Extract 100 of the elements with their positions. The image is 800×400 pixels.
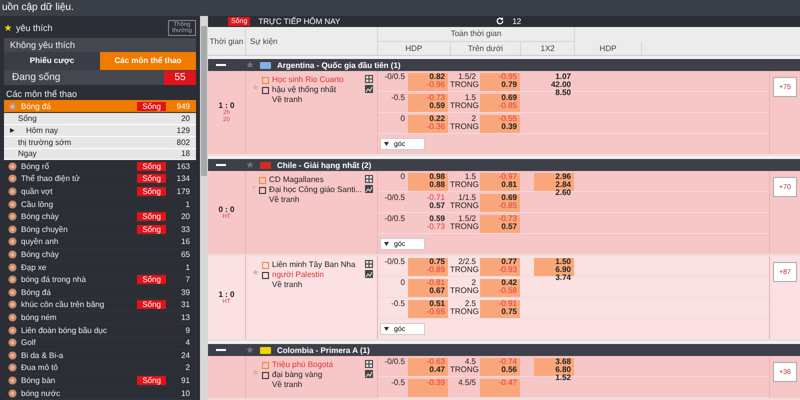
subcategory-item[interactable]: thị trường sớm 802 bbox=[4, 136, 196, 149]
total-line: 4.5 bbox=[464, 358, 476, 366]
sport-item[interactable]: Thể thao điện tử Sống 134 bbox=[4, 173, 196, 186]
chart-icon[interactable] bbox=[365, 270, 373, 278]
sport-item[interactable]: Bóng bàn Sống 91 bbox=[4, 374, 196, 388]
odds-value[interactable]: 0.42 bbox=[501, 279, 517, 288]
sport-item[interactable]: quyền anh 16 bbox=[4, 236, 196, 249]
sport-item[interactable]: quần vợt Sống 179 bbox=[4, 186, 196, 198]
star-icon[interactable] bbox=[252, 184, 256, 192]
star-icon[interactable] bbox=[4, 24, 12, 32]
odds-value[interactable]: 0.82 bbox=[429, 73, 445, 82]
sport-name: Bóng chày bbox=[21, 212, 60, 222]
sport-item[interactable]: Bóng chày 65 bbox=[4, 248, 196, 262]
unfavorite-bar[interactable]: Không yêu thích bbox=[4, 38, 196, 52]
subcategory-item[interactable]: Sống 20 bbox=[4, 113, 196, 125]
collapse-icon[interactable] bbox=[216, 164, 226, 166]
odds-value[interactable]: 0.75 bbox=[501, 308, 517, 316]
sport-item[interactable]: Bóng đá Sống 949 bbox=[4, 100, 196, 114]
scrollbar[interactable] bbox=[200, 16, 208, 400]
sport-item[interactable]: Bóng rổ Sống 163 bbox=[4, 160, 196, 173]
odds-value[interactable]: 0.56 bbox=[501, 366, 517, 374]
sidebar-tab[interactable]: Phiếu cược bbox=[4, 52, 100, 70]
odds-value[interactable]: 0.57 bbox=[429, 202, 445, 210]
caret-icon bbox=[384, 142, 389, 146]
odds-value[interactable]: 0.69 bbox=[501, 194, 517, 202]
league-bar[interactable]: Argentina - Quốc gia đầu tiên (1) bbox=[208, 59, 800, 72]
star-icon[interactable] bbox=[246, 346, 254, 354]
sport-item[interactable]: Bóng đá 39 bbox=[4, 286, 196, 300]
sport-item[interactable]: Bóng chuyền Sống 33 bbox=[4, 223, 196, 236]
grid-icon[interactable] bbox=[365, 175, 373, 184]
odds-value[interactable]: 6.90 bbox=[555, 266, 571, 274]
sport-item[interactable]: Đạp xe 1 bbox=[4, 261, 196, 274]
odds-value[interactable]: 0.88 bbox=[429, 181, 445, 190]
odds-value[interactable]: 0.79 bbox=[501, 81, 517, 90]
grid-icon[interactable] bbox=[365, 75, 373, 84]
league-bar[interactable]: Chile - Giải hạng nhất (2) bbox=[208, 159, 800, 172]
star-icon[interactable] bbox=[252, 369, 259, 376]
draw-label: Về tranh bbox=[271, 280, 304, 290]
odds-value[interactable]: 0.22 bbox=[429, 115, 445, 124]
odds-value[interactable]: 0.47 bbox=[429, 366, 445, 374]
odds-value[interactable]: 2.60 bbox=[555, 189, 571, 198]
odds-value[interactable]: 3.74 bbox=[555, 274, 571, 282]
sport-item[interactable]: bóng ném 13 bbox=[4, 312, 196, 324]
star-icon[interactable] bbox=[246, 161, 254, 170]
odds-value[interactable]: 8.50 bbox=[555, 89, 571, 98]
odds-value[interactable]: 3.68 bbox=[555, 358, 571, 366]
chart-icon[interactable] bbox=[365, 185, 373, 194]
odds-value[interactable]: 0.51 bbox=[429, 300, 445, 308]
grid-icon[interactable] bbox=[365, 260, 373, 268]
subcategory-item[interactable]: Ngay 18 bbox=[4, 148, 196, 160]
odds-value[interactable]: 42.00 bbox=[550, 81, 571, 90]
grid-icon[interactable] bbox=[365, 360, 373, 368]
sport-item[interactable]: bóng đá trong nhà Sống 7 bbox=[4, 274, 196, 286]
odds-value[interactable]: 2.84 bbox=[555, 181, 571, 190]
sport-count: 20 bbox=[180, 212, 190, 222]
live-panel[interactable]: Đang sống 55 bbox=[4, 70, 196, 86]
odds-value[interactable]: 0.59 bbox=[429, 102, 445, 110]
team-box-icon bbox=[262, 262, 269, 269]
sport-item[interactable]: khúc côn cầu trên băng Sống 31 bbox=[4, 299, 196, 312]
handicap-line: -0/0.5 bbox=[384, 73, 406, 84]
sport-item[interactable]: Bóng chày Sống 20 bbox=[4, 210, 196, 224]
odds-value[interactable]: 0.75 bbox=[429, 258, 445, 266]
sport-name: Bóng chuyền bbox=[21, 224, 69, 234]
collapse-icon[interactable] bbox=[216, 64, 226, 66]
league-bar[interactable]: Colombia - Primera A (1) bbox=[208, 344, 800, 356]
star-icon[interactable] bbox=[252, 84, 259, 92]
chart-icon[interactable] bbox=[365, 370, 373, 378]
odds-value[interactable]: 0.69 bbox=[501, 94, 517, 102]
sport-item[interactable]: Cầu lông 1 bbox=[4, 198, 196, 211]
odds-value[interactable]: 0.98 bbox=[429, 173, 445, 182]
odds-value[interactable]: 2.96 bbox=[555, 173, 571, 182]
sport-item[interactable]: bóng nước 10 bbox=[4, 387, 196, 400]
sport-count: 65 bbox=[180, 250, 190, 259]
odds-value[interactable]: 0.39 bbox=[501, 123, 517, 132]
odds-value[interactable]: 0.59 bbox=[429, 215, 445, 224]
refresh-icon[interactable] bbox=[496, 17, 504, 26]
sport-item[interactable]: Bi da & Bi-a 24 bbox=[4, 350, 196, 362]
sport-item[interactable]: Golf 4 bbox=[4, 336, 196, 350]
star-icon[interactable] bbox=[252, 269, 259, 276]
odds-value[interactable]: 0.57 bbox=[501, 223, 517, 232]
over-label: TRONG bbox=[450, 308, 476, 316]
sport-name: Cầu lông bbox=[21, 200, 54, 209]
star-icon[interactable] bbox=[246, 61, 254, 70]
odds-value[interactable]: 0.81 bbox=[501, 181, 517, 190]
chart-icon[interactable] bbox=[365, 85, 373, 94]
sport-item[interactable]: Đua mô tô 2 bbox=[4, 362, 196, 375]
team-name: người Palestin bbox=[272, 270, 324, 280]
column-header: Trên dưới bbox=[450, 42, 522, 56]
subcategory-name: thị trường sớm bbox=[17, 138, 72, 147]
sport-count: 33 bbox=[180, 224, 190, 234]
odds-value[interactable]: 0.67 bbox=[429, 287, 445, 296]
over-label: TRONG bbox=[450, 287, 476, 296]
odds-value[interactable]: 0.77 bbox=[501, 258, 517, 266]
sport-item[interactable]: Liên đoàn bóng bầu dục 9 bbox=[4, 324, 196, 337]
odds-value[interactable]: 1.07 bbox=[555, 73, 571, 82]
odds-value[interactable]: 6.80 bbox=[555, 366, 571, 374]
odds-value[interactable]: 1.50 bbox=[555, 258, 571, 266]
collapse-icon[interactable] bbox=[216, 349, 226, 352]
odds-value[interactable]: 1.52 bbox=[555, 374, 571, 382]
match-score: 1 : 0 bbox=[218, 290, 234, 299]
